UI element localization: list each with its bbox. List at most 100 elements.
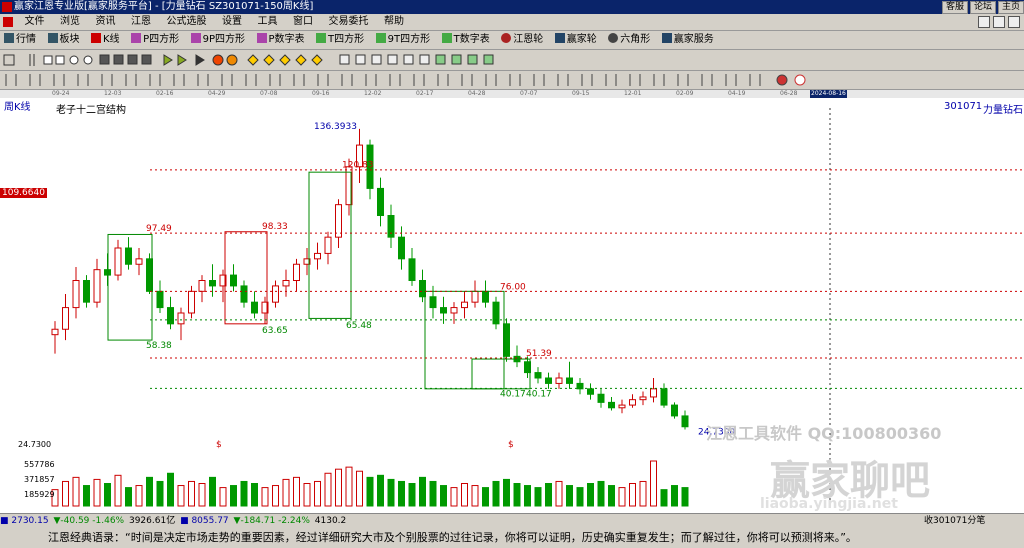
- time-label: 04-29: [208, 90, 226, 97]
- status-right: 收301071分笔: [924, 516, 986, 526]
- time-label: 02-16: [156, 90, 174, 97]
- volume-bar: [219, 487, 227, 507]
- time-label: 07-08: [260, 90, 278, 97]
- tool-t-square[interactable]: T四方形: [312, 31, 368, 49]
- volume-bar: [125, 487, 132, 507]
- tool-9t-square[interactable]: 9T四方形: [372, 31, 434, 49]
- candle-body: [629, 399, 636, 406]
- time-label: 04-19: [728, 90, 746, 97]
- menu-info[interactable]: 资讯: [90, 14, 122, 30]
- restore-icon[interactable]: [993, 16, 1005, 28]
- minimize-icon[interactable]: [978, 16, 990, 28]
- t-square-icon: [316, 33, 327, 43]
- toolbar-drawing: [0, 50, 1024, 71]
- menu-settings[interactable]: 设置: [216, 14, 248, 30]
- tool-service[interactable]: 赢家服务: [658, 31, 718, 49]
- customer-service-button[interactable]: 客服: [941, 1, 968, 14]
- menu-window[interactable]: 窗口: [287, 14, 319, 30]
- volume-bar: [272, 485, 279, 507]
- volume-bar: [681, 487, 689, 507]
- volume-bar: [156, 480, 164, 507]
- candle-body: [324, 236, 332, 254]
- tool-winner-wheel[interactable]: 赢家轮: [551, 31, 601, 49]
- tool-p-table[interactable]: P数字表: [253, 31, 309, 49]
- volume-bar: [482, 487, 489, 507]
- time-label: 02-09: [676, 90, 694, 97]
- time-label: 09-16: [312, 90, 330, 97]
- tool-p-square[interactable]: P四方形: [127, 31, 183, 49]
- candle-body: [534, 372, 542, 379]
- kline-chart[interactable]: 136.3933 120.83 97.49 98.33 76.00 51.39 58.38 6…: [0, 98, 1024, 513]
- high-label: 76.00: [500, 282, 526, 292]
- tool-kline[interactable]: K线: [87, 31, 124, 49]
- volume-bar: [618, 487, 626, 507]
- candle-body: [188, 290, 195, 314]
- time-label: 07-07: [520, 90, 538, 97]
- time-label: 06-28: [780, 90, 798, 97]
- candle-body: [461, 301, 468, 309]
- volume-bar: [72, 476, 80, 507]
- vol-label-3: 185929: [24, 490, 55, 499]
- menu-tools[interactable]: 工具: [252, 14, 284, 30]
- candle-body: [135, 258, 143, 265]
- candle-body: [681, 415, 689, 428]
- tool-t-table[interactable]: T数字表: [438, 31, 494, 49]
- volume-bar: [461, 483, 468, 507]
- menu-gann[interactable]: 江恩: [125, 14, 157, 30]
- low-label: 58.38: [146, 341, 172, 351]
- gann-wheel-icon: [501, 33, 512, 43]
- volume-bar: [671, 485, 678, 507]
- volume-bar: [335, 468, 342, 507]
- volume-bar: [629, 483, 636, 507]
- tool-sector[interactable]: 板块: [44, 31, 84, 49]
- tool-quote[interactable]: 行情: [0, 31, 40, 49]
- t-table-icon: [441, 33, 452, 43]
- menu-file[interactable]: 文件: [19, 14, 51, 30]
- menu-formula[interactable]: 公式选股: [161, 14, 213, 30]
- low-label: 63.65: [262, 326, 288, 336]
- volume-bar: [293, 476, 300, 507]
- sector-icon: [47, 33, 58, 43]
- candle-body: [272, 285, 279, 303]
- window-title: 赢家江恩专业版[赢家服务平台] - [力量钻石 SZ301071-150周K线]: [14, 1, 314, 12]
- tool-hexagon[interactable]: 六角形: [604, 31, 654, 49]
- winner-wheel-icon: [554, 33, 565, 43]
- low-label: 24.7300: [18, 440, 52, 449]
- menu-trade[interactable]: 交易委托: [323, 14, 375, 30]
- close-icon[interactable]: [1008, 16, 1020, 28]
- time-label: 12-03: [104, 90, 122, 97]
- volume-bar: [471, 485, 479, 507]
- vol-label-1: 557786: [24, 460, 55, 469]
- drawing-tools[interactable]: [0, 50, 1024, 70]
- menu-browse[interactable]: 浏览: [54, 14, 86, 30]
- chart-area[interactable]: 136.3933 120.83 97.49 98.33 76.00 51.39 58.38 6…: [0, 98, 1024, 513]
- sz-volume: 4130.2: [314, 516, 347, 526]
- volume-bar: [198, 483, 206, 507]
- volume-bar: [135, 485, 143, 507]
- sh-volume: 3926.61亿: [128, 516, 176, 526]
- tool-gann-wheel[interactable]: 江恩轮: [497, 31, 547, 49]
- tool-9p-square[interactable]: 9P四方形: [187, 31, 249, 49]
- hexagon-icon: [608, 33, 619, 43]
- indicator-name: 老子十二宫结构: [56, 105, 126, 116]
- volume-bar: [377, 474, 384, 507]
- forum-button[interactable]: 论坛: [969, 1, 996, 14]
- home-button[interactable]: 主页: [997, 1, 1024, 14]
- indicator-tools[interactable]: [0, 71, 1024, 89]
- menu-bar: 文件 浏览 资讯 江恩 公式选股 设置 工具 窗口 交易委托 帮助: [0, 14, 1024, 31]
- time-label: 09-15: [572, 90, 590, 97]
- app-icon: [2, 2, 12, 12]
- title-bar: 赢家江恩专业版[赢家服务平台] - [力量钻石 SZ301071-150周K线]…: [0, 0, 1024, 14]
- volume-bar: [398, 480, 405, 507]
- price-marker: 109.6640: [0, 188, 47, 198]
- marker-dollar-1: $: [216, 440, 222, 450]
- volume-bar: [555, 480, 563, 507]
- menu-help[interactable]: 帮助: [378, 14, 410, 30]
- sz-change: ▼-184.71 -2.24%: [233, 516, 310, 526]
- candle-body: [230, 274, 237, 287]
- candle-body: [251, 301, 258, 314]
- candle-body: [555, 377, 563, 384]
- high-label: 98.33: [262, 222, 288, 232]
- candle-body: [177, 312, 185, 325]
- toolbar-indicators: [0, 71, 1024, 90]
